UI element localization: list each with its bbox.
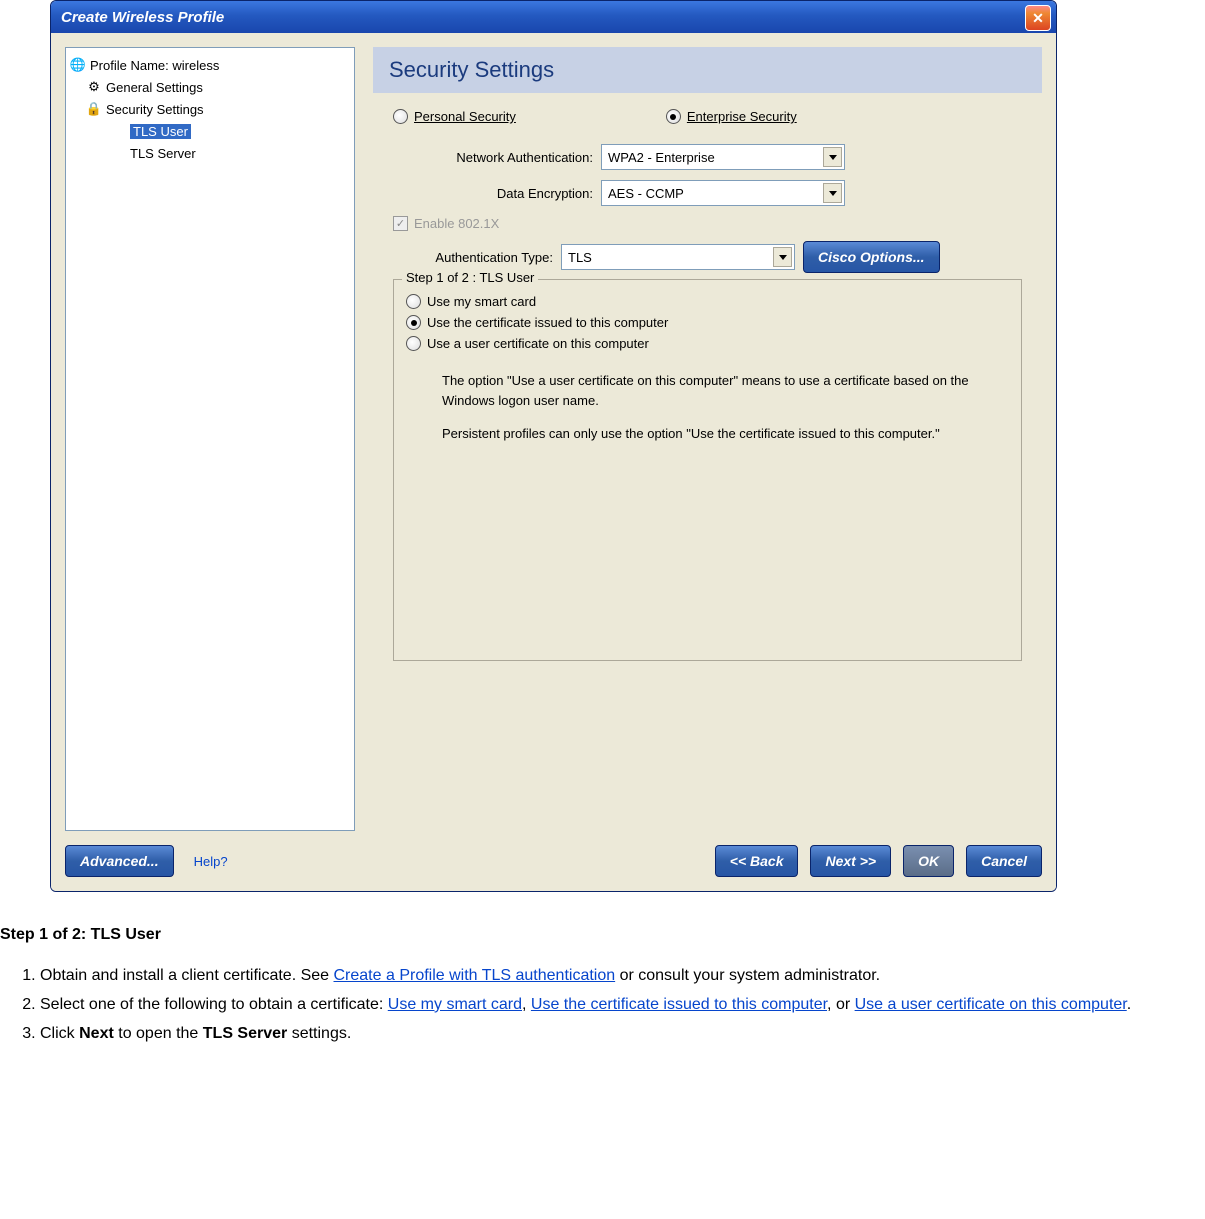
radio-smart-card[interactable]: Use my smart card [406,294,1009,309]
doc-step-3: Click Next to open the TLS Server settin… [40,1022,1205,1047]
tree-tls-user[interactable]: TLS User [130,120,350,142]
radio-user-cert[interactable]: Use a user certificate on this computer [406,336,1009,351]
tree-tls-server[interactable]: TLS Server [130,142,350,164]
cancel-button[interactable]: Cancel [966,845,1042,877]
tree-label: General Settings [106,80,203,95]
radio-label: Use my smart card [427,294,536,309]
link-user-cert[interactable]: Use a user certificate on this computer [855,996,1127,1013]
advanced-button[interactable]: Advanced... [65,845,174,877]
next-button[interactable]: Next >> [810,845,891,877]
radio-icon [406,294,421,309]
data-enc-combo[interactable]: AES - CCMP [601,180,845,206]
globe-icon: 🌐 [70,57,86,73]
tree-label: TLS Server [130,146,196,161]
ok-button[interactable]: OK [903,845,954,877]
combo-value: TLS [568,250,592,265]
radio-cert-issued[interactable]: Use the certificate issued to this compu… [406,315,1009,330]
auth-type-label: Authentication Type: [393,250,553,265]
enable-8021x-label: Enable 802.1X [414,216,499,231]
radio-enterprise[interactable]: Enterprise Security [666,109,797,124]
radio-icon [666,109,681,124]
tree-security[interactable]: 🔒 Security Settings [86,98,350,120]
radio-label: Use a user certificate on this computer [427,336,649,351]
auth-type-combo[interactable]: TLS [561,244,795,270]
radio-icon [406,315,421,330]
section-header: Security Settings [373,47,1042,93]
doc-step-1: Obtain and install a client certificate.… [40,964,1205,989]
link-tls-auth[interactable]: Create a Profile with TLS authentication [334,967,616,984]
link-cert-issued[interactable]: Use the certificate issued to this compu… [531,996,827,1013]
lock-icon: 🔒 [86,101,102,117]
tree-label: Security Settings [106,102,204,117]
tree-pane: 🌐 Profile Name: wireless ⚙ General Setti… [65,47,355,831]
net-auth-label: Network Authentication: [393,150,601,165]
gear-icon: ⚙ [86,79,102,95]
radio-personal[interactable]: Personal Security [393,109,516,124]
radio-icon [393,109,408,124]
link-smart-card[interactable]: Use my smart card [388,996,522,1013]
back-button[interactable]: << Back [715,845,799,877]
net-auth-combo[interactable]: WPA2 - Enterprise [601,144,845,170]
close-icon[interactable]: ✕ [1025,5,1051,31]
tree-label: TLS User [130,124,191,139]
tree-general[interactable]: ⚙ General Settings [86,76,350,98]
combo-value: WPA2 - Enterprise [608,150,715,165]
explain-text-2: Persistent profiles can only use the opt… [442,424,982,444]
combo-value: AES - CCMP [608,186,684,201]
radio-label: Personal Security [414,109,516,124]
explain-text-1: The option "Use a user certificate on th… [442,371,982,410]
window-title: Create Wireless Profile [61,9,224,26]
tree-label: Profile Name: wireless [90,58,219,73]
doc-heading: Step 1 of 2: TLS User [0,926,1205,944]
chevron-down-icon [773,247,792,267]
help-link[interactable]: Help? [194,854,228,869]
chevron-down-icon [823,147,842,167]
fieldset-legend: Step 1 of 2 : TLS User [402,270,538,285]
checkbox-icon: ✓ [393,216,408,231]
chevron-down-icon [823,183,842,203]
radio-icon [406,336,421,351]
tree-profile[interactable]: 🌐 Profile Name: wireless [70,54,350,76]
data-enc-label: Data Encryption: [393,186,601,201]
dialog-window: Create Wireless Profile ✕ 🌐 Profile Name… [50,0,1057,892]
doc-step-2: Select one of the following to obtain a … [40,993,1205,1018]
radio-label: Use the certificate issued to this compu… [427,315,668,330]
tls-user-fieldset: Step 1 of 2 : TLS User Use my smart card… [393,279,1022,661]
radio-label: Enterprise Security [687,109,797,124]
cisco-options-button[interactable]: Cisco Options... [803,241,940,273]
titlebar: Create Wireless Profile ✕ [51,1,1056,33]
